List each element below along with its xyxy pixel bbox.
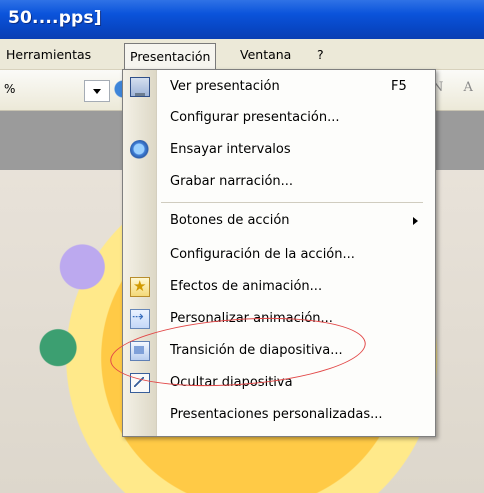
menu-item-label: Presentaciones personalizadas...: [170, 407, 383, 422]
menu-item-configurar-presentacion[interactable]: Configurar presentación...: [123, 103, 435, 133]
zoom-percent-label: %: [4, 82, 16, 96]
menu-separator: [161, 202, 423, 203]
menu-item-label: Efectos de animación...: [170, 279, 323, 294]
menu-item-ver-presentacion[interactable]: Ver presentación F5: [123, 72, 435, 102]
menu-item-label: Transición de diapositiva...: [170, 343, 343, 358]
presentation-icon: [130, 77, 150, 97]
menu-item-configuracion-accion[interactable]: Configuración de la acción...: [123, 240, 435, 270]
menu-item-botones-accion[interactable]: Botones de acción: [123, 206, 435, 236]
menu-item-grabar-narracion[interactable]: Grabar narración...: [123, 167, 435, 197]
menu-item-ensayar-intervalos[interactable]: Ensayar intervalos: [123, 135, 435, 165]
application-window: 50....pps] Herramientas Presentación Ven…: [0, 0, 484, 493]
menu-item-transicion-diapositiva[interactable]: Transición de diapositiva...: [123, 336, 435, 366]
menu-item-label: Ver presentación: [170, 79, 280, 94]
hide-slide-icon: [130, 373, 150, 393]
menu-presentacion[interactable]: Presentación: [124, 43, 217, 70]
menu-bar: Herramientas Presentación Ventana ?: [0, 39, 484, 70]
title-bar: 50....pps]: [0, 0, 484, 39]
menu-item-label: Ocultar diapositiva: [170, 375, 293, 390]
animation-star-icon: [130, 277, 150, 297]
menu-help[interactable]: ?: [317, 47, 324, 62]
shortcut-label: F5: [391, 79, 407, 94]
presentacion-menu: Ver presentación F5 Configurar presentac…: [122, 69, 436, 437]
stopwatch-icon: [130, 140, 150, 160]
menu-item-presentaciones-personalizadas[interactable]: Presentaciones personalizadas...: [123, 400, 435, 430]
custom-animation-icon: [130, 308, 150, 329]
menu-item-label: Personalizar animación...: [170, 311, 333, 326]
window-title: 50....pps]: [8, 8, 102, 28]
menu-item-personalizar-animacion[interactable]: Personalizar animación...: [123, 304, 435, 334]
toolbar-truncated-text: N A: [432, 80, 481, 95]
zoom-dropdown-button[interactable]: [84, 80, 110, 102]
menu-item-label: Botones de acción: [170, 213, 290, 228]
menu-item-label: Configurar presentación...: [170, 110, 340, 125]
menu-herramientas[interactable]: Herramientas: [6, 47, 91, 62]
menu-item-label: Grabar narración...: [170, 174, 294, 189]
menu-item-label: Ensayar intervalos: [170, 142, 291, 157]
submenu-arrow-icon: [413, 217, 418, 225]
menu-item-label: Configuración de la acción...: [170, 247, 355, 262]
menu-item-efectos-animacion[interactable]: Efectos de animación...: [123, 272, 435, 302]
menu-ventana[interactable]: Ventana: [240, 47, 291, 62]
slide-transition-icon: [130, 341, 150, 361]
menu-item-ocultar-diapositiva[interactable]: Ocultar diapositiva: [123, 368, 435, 398]
